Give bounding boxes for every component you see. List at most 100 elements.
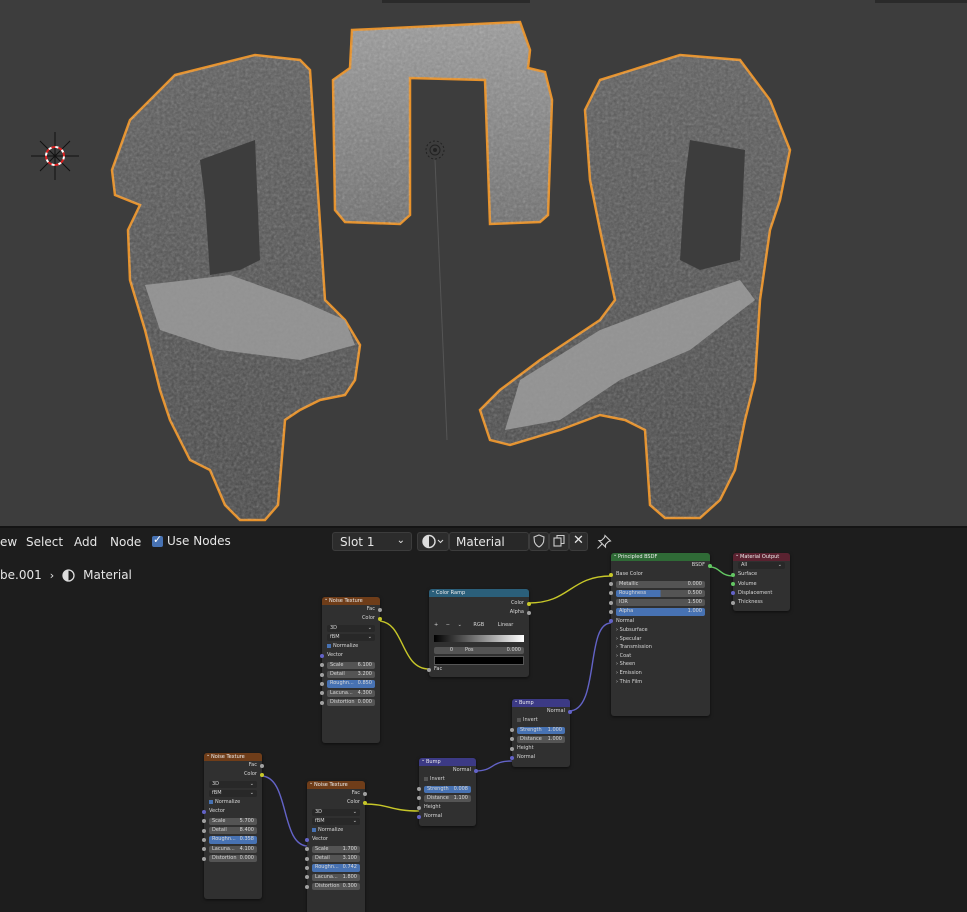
- panel-transmission[interactable]: › Transmission: [611, 643, 710, 652]
- dimensions-dropdown[interactable]: 3D ⌄: [204, 780, 262, 789]
- normalize-checkbox[interactable]: Normalize: [307, 826, 365, 835]
- panel-emission[interactable]: › Emission: [611, 669, 710, 678]
- light-icon[interactable]: [425, 140, 445, 160]
- scale-field[interactable]: Scale 1.700: [305, 845, 365, 854]
- link-ramp-basecolor: [528, 575, 612, 604]
- output-color: Color: [322, 614, 382, 623]
- node-header[interactable]: Noise Texture: [322, 595, 380, 605]
- distortion-field[interactable]: Distortion 0.300: [305, 882, 365, 891]
- output-alpha: Alpha: [429, 608, 531, 617]
- menu-node[interactable]: Node: [110, 535, 141, 549]
- ramp-stop-fields[interactable]: 0 Pos 0.000: [429, 646, 529, 655]
- pin-icon[interactable]: [596, 534, 612, 550]
- scale-field[interactable]: Scale 6.100: [320, 661, 380, 670]
- slot-dropdown[interactable]: Slot 1 ⌄: [332, 532, 412, 551]
- normalize-checkbox[interactable]: Normalize: [204, 798, 262, 807]
- node-header[interactable]: Bump: [419, 756, 476, 766]
- 3d-cursor-icon[interactable]: [31, 132, 79, 180]
- node-bump[interactable]: Bump Normal Invert Strength0.008 Distanc…: [417, 756, 478, 826]
- node-header[interactable]: Bump: [512, 697, 570, 707]
- color-ramp-gradient[interactable]: [434, 635, 524, 642]
- panel-sheen[interactable]: › Sheen: [611, 660, 710, 669]
- material-browse-button[interactable]: [417, 532, 449, 551]
- roughness-field[interactable]: Roughn... 0.358: [202, 835, 262, 844]
- node-principled-bsdf[interactable]: Principled BSDF BSDF Base Color Metallic…: [609, 551, 712, 716]
- lacunarity-field[interactable]: Lacuna... 4.100: [202, 845, 262, 854]
- use-nodes-toggle[interactable]: Use Nodes: [152, 533, 231, 548]
- detail-field[interactable]: Detail 3.100: [305, 854, 365, 863]
- dimensions-dropdown[interactable]: 3D ⌄: [322, 624, 380, 633]
- node-header[interactable]: Noise Texture: [204, 751, 262, 761]
- node-noise-texture[interactable]: Noise Texture Fac Color 3D⌄ fBM⌄ Normali…: [320, 595, 382, 743]
- node-bump[interactable]: Bump Normal Invert Strength1.000 Distanc…: [510, 697, 572, 767]
- type-dropdown[interactable]: fBM ⌄: [322, 633, 380, 642]
- link-noise3-bump2: [362, 803, 420, 812]
- invert-checkbox[interactable]: Invert: [419, 775, 476, 784]
- menu-view[interactable]: ew: [0, 535, 17, 549]
- detail-field[interactable]: Detail 8.400: [202, 826, 262, 835]
- close-icon: ✕: [573, 533, 584, 548]
- panel-coat[interactable]: › Coat: [611, 652, 710, 661]
- fake-user-button[interactable]: [529, 532, 549, 551]
- add-icon[interactable]: +: [434, 622, 438, 628]
- 3d-viewport[interactable]: [0, 0, 967, 526]
- scale-field[interactable]: Scale 5.700: [202, 817, 262, 826]
- distance-field[interactable]: Distance 1.100: [417, 794, 476, 803]
- panel-thin-film[interactable]: › Thin Film: [611, 678, 710, 687]
- detail-field[interactable]: Detail 3.200: [320, 670, 380, 679]
- panel-specular[interactable]: › Specular: [611, 635, 710, 644]
- metallic-field[interactable]: Metallic 0.000: [609, 580, 710, 589]
- lacunarity-field[interactable]: Lacuna... 1.800: [305, 873, 365, 882]
- duplicate-icon: [553, 534, 565, 547]
- node-canvas[interactable]: Noise Texture Fac Color 3D⌄ fBM⌄ Normali…: [0, 551, 967, 912]
- shader-editor[interactable]: ew Select Add Node Use Nodes Slot 1 ⌄ Ma…: [0, 528, 967, 912]
- target-dropdown[interactable]: All ⌄: [733, 561, 790, 570]
- use-nodes-checkbox[interactable]: [152, 533, 163, 547]
- panel-subsurface[interactable]: › Subsurface: [611, 626, 710, 635]
- stone-back-trilithon[interactable]: [331, 20, 554, 226]
- duplicate-material-button[interactable]: [549, 532, 569, 551]
- unlink-material-button[interactable]: ✕: [569, 532, 588, 551]
- type-dropdown[interactable]: fBM ⌄: [307, 817, 365, 826]
- node-header[interactable]: Color Ramp: [429, 587, 529, 597]
- link-bump2-bump1: [474, 760, 513, 772]
- node-header[interactable]: Principled BSDF: [611, 551, 710, 561]
- node-color-ramp[interactable]: Color Ramp Color Alpha + − ⌄ RGB Linear …: [427, 587, 531, 677]
- chevron-down-icon[interactable]: ⌄: [458, 622, 462, 628]
- input-vector: Vector: [202, 807, 262, 816]
- ramp-controls[interactable]: + − ⌄ RGB Linear: [429, 621, 529, 630]
- node-material-output[interactable]: Material Output All⌄ Surface Volume Disp…: [731, 551, 790, 611]
- type-dropdown[interactable]: fBM ⌄: [204, 789, 262, 798]
- menu-add[interactable]: Add: [74, 535, 97, 549]
- node-noise-texture[interactable]: Noise Texture Fac Color 3D⌄ fBM⌄ Normali…: [305, 779, 367, 912]
- normalize-checkbox[interactable]: Normalize: [322, 642, 380, 651]
- input-normal: Normal: [609, 617, 710, 626]
- dimensions-dropdown[interactable]: 3D ⌄: [307, 808, 365, 817]
- roughness-field[interactable]: Roughn... 0.850: [320, 679, 380, 688]
- distortion-field[interactable]: Distortion 0.000: [320, 698, 380, 707]
- stop-color-swatch[interactable]: [434, 656, 524, 665]
- interpolation-dropdown[interactable]: Linear: [498, 622, 514, 628]
- node-noise-texture[interactable]: Noise Texture Fac Color 3D⌄ fBM⌄ Normali…: [202, 751, 264, 899]
- menu-select[interactable]: Select: [26, 535, 63, 549]
- distortion-field[interactable]: Distortion 0.000: [202, 854, 262, 863]
- node-header[interactable]: Material Output: [733, 551, 790, 561]
- material-name-field[interactable]: Material: [449, 532, 529, 551]
- invert-checkbox[interactable]: Invert: [512, 716, 570, 725]
- roughness-field[interactable]: Roughn... 0.742: [305, 863, 365, 872]
- stone-left-ring[interactable]: [110, 53, 362, 522]
- input-normal: Normal: [510, 753, 570, 762]
- node-header[interactable]: Noise Texture: [307, 779, 365, 789]
- roughness-field[interactable]: Roughness 0.500: [609, 589, 710, 598]
- lacunarity-field[interactable]: Lacuna... 4.300: [320, 689, 380, 698]
- remove-icon[interactable]: −: [446, 622, 450, 628]
- distance-field[interactable]: Distance 1.000: [510, 735, 570, 744]
- output-normal: Normal: [419, 766, 478, 775]
- alpha-field[interactable]: Alpha 1.000: [609, 607, 710, 616]
- strength-field[interactable]: Strength 1.000: [510, 726, 570, 735]
- strength-field[interactable]: Strength 0.008: [417, 785, 476, 794]
- link-noise2-noise3: [260, 775, 309, 847]
- ior-field[interactable]: IOR 1.500: [609, 598, 710, 607]
- link-noise1-color-ramp: [377, 620, 430, 670]
- color-mode-dropdown[interactable]: RGB: [473, 622, 484, 628]
